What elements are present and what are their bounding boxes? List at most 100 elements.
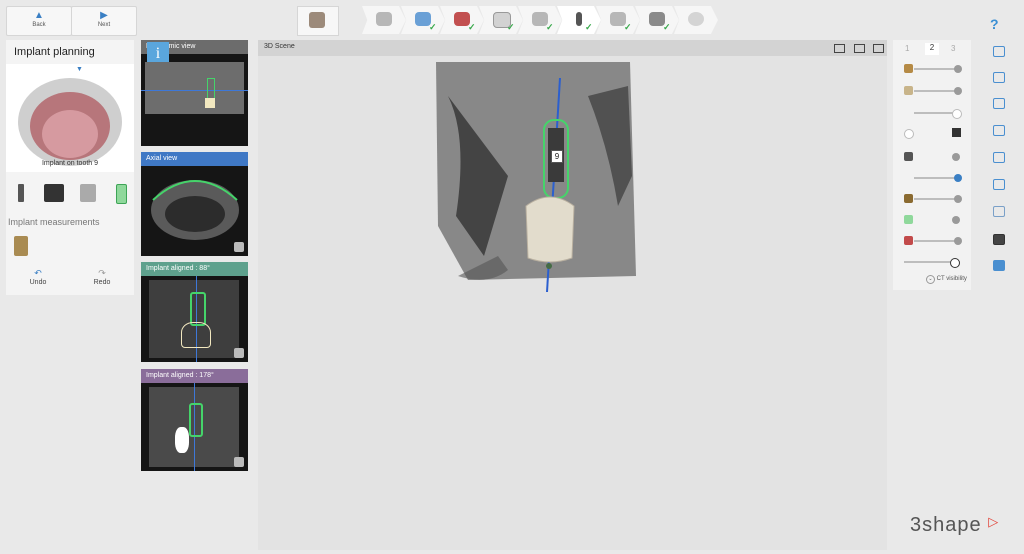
check-icon: ✓	[468, 22, 476, 32]
workflow-step-scan[interactable]	[362, 6, 406, 34]
axial-view-title: Axial view	[141, 152, 248, 166]
scene-panel[interactable]: 3D Scene 9	[258, 40, 887, 550]
redo-icon: ↷	[98, 268, 106, 278]
crown-marker	[205, 98, 215, 108]
aligned-view-1-title: Implant aligned : 88°	[141, 262, 248, 276]
copy-view-icon[interactable]	[993, 46, 1005, 57]
workflow-step-implant[interactable]: ✓	[557, 6, 601, 34]
page-next[interactable]: 3	[951, 44, 955, 53]
implant-body-visibility-slider[interactable]	[904, 194, 962, 204]
orientation-icon	[234, 457, 244, 467]
axial-scan-image	[151, 180, 239, 240]
implant-outline	[189, 403, 203, 437]
workflow-step-segment[interactable]: ✓	[401, 6, 445, 34]
implant-icon[interactable]	[18, 184, 24, 202]
orientation-icon	[234, 242, 244, 252]
layout-grid-icon[interactable]	[854, 44, 865, 53]
back-button[interactable]: ▲ Back	[6, 6, 72, 36]
measure-tool-icon[interactable]	[14, 236, 28, 256]
undo-icon: ↶	[34, 268, 42, 278]
neighbor-tooth	[175, 427, 189, 453]
scene-render	[436, 62, 636, 293]
export-icon	[688, 12, 704, 26]
check-icon: ✓	[507, 22, 515, 32]
tooth-icon	[904, 86, 913, 95]
check-icon: ✓	[429, 22, 437, 32]
logo-triangle-icon: ▷	[988, 514, 1000, 529]
redo-button[interactable]: ↷ Redo	[70, 268, 134, 295]
person-measure-icon[interactable]	[993, 206, 1005, 217]
arch-preview[interactable]: ▼ Implant on tooth 9	[6, 64, 134, 172]
abutment-icon	[904, 152, 913, 161]
sleeve-icon	[952, 128, 961, 137]
compare-view-icon[interactable]	[993, 72, 1005, 83]
ct-visibility-toggle[interactable]: ⌄ CT visibility	[926, 275, 972, 285]
next-button[interactable]: ▶ Next	[71, 6, 137, 36]
workflow-step-guide[interactable]: ✓	[596, 6, 640, 34]
check-icon: ✓	[624, 22, 632, 32]
panel-title: Implant planning	[14, 46, 95, 58]
gingiva-visibility-slider[interactable]	[904, 108, 962, 119]
workflow-step-sleeve[interactable]: ✓	[635, 6, 679, 34]
tooth-number-label: 9	[551, 150, 563, 163]
page-prev[interactable]: 1	[905, 44, 909, 53]
implant-visibility-slider[interactable]	[904, 215, 960, 225]
axial-view[interactable]: Axial view	[141, 152, 248, 256]
undo-button[interactable]: ↶ Undo	[6, 268, 70, 295]
arrow-up-icon: ▲	[34, 10, 44, 21]
duplicate-view-icon[interactable]	[993, 98, 1005, 109]
dental-arch-image	[18, 78, 122, 166]
implant-planning-panel: Implant planning ▼ Implant on tooth 9 Im…	[6, 40, 134, 295]
implant-body-icon	[904, 194, 913, 203]
implant-green-icon	[904, 215, 913, 224]
panoramic-view[interactable]: Panoramic view i	[141, 40, 248, 146]
workflow-step-teeth[interactable]: ✓	[440, 6, 484, 34]
brand-logo: 3shape ▷	[910, 514, 1000, 536]
implant-outline	[190, 292, 206, 326]
implant-type-row	[6, 180, 134, 210]
scan-import-icon	[376, 12, 392, 26]
aligned-view-2[interactable]: Implant aligned : 178°	[141, 369, 248, 471]
merge-view-icon[interactable]	[993, 179, 1005, 190]
camera-icon[interactable]	[993, 234, 1005, 245]
aligned-view-1[interactable]: Implant aligned : 88°	[141, 262, 248, 362]
patient-icon	[309, 12, 325, 28]
measurements-label[interactable]: Implant measurements	[8, 217, 100, 227]
crown-icon	[904, 64, 913, 73]
aligned-view-2-title: Implant aligned : 178°	[141, 369, 248, 383]
selected-tooth-marker-icon: ▼	[76, 66, 83, 73]
crown-visibility-slider[interactable]	[904, 64, 962, 74]
tool-panel: 1 2 3	[893, 40, 971, 290]
patient-step[interactable]	[297, 6, 339, 36]
abutment-icon[interactable]	[44, 184, 64, 202]
panoramic-axis-line	[141, 90, 248, 91]
layer-view-icon[interactable]	[993, 125, 1005, 136]
nerve-icon	[904, 236, 913, 245]
multi-implant-icon[interactable]	[80, 184, 96, 202]
workflow-step-export[interactable]	[674, 6, 718, 34]
window-restore-icon[interactable]	[873, 44, 884, 53]
implant-icon	[576, 12, 582, 26]
workflow-step-nerve[interactable]: ✓	[518, 6, 562, 34]
screenshot-icon[interactable]	[834, 44, 845, 53]
help-icon[interactable]: ?	[990, 16, 1004, 32]
workflow-step-tooth[interactable]: ✓	[479, 6, 523, 34]
stack-view-icon[interactable]	[993, 152, 1005, 163]
comment-icon[interactable]	[993, 260, 1005, 271]
sleeve-visibility-toggle[interactable]	[904, 128, 961, 139]
implant-green-icon[interactable]	[116, 184, 127, 204]
check-icon: ✓	[585, 22, 593, 32]
page-current[interactable]: 2	[925, 43, 939, 55]
nerve-visibility-slider[interactable]	[904, 236, 962, 246]
ct-visibility-slider[interactable]	[904, 257, 960, 268]
scene-title: 3D Scene	[264, 43, 295, 50]
abutment-visibility-slider[interactable]	[904, 152, 960, 162]
check-icon: ✓	[663, 22, 671, 32]
scan-body-visibility-slider[interactable]	[904, 173, 962, 183]
panoramic-scan-image	[145, 62, 244, 114]
implant-caption: Implant on tooth 9	[41, 160, 99, 167]
scene-title-bar: 3D Scene	[258, 40, 887, 56]
chevron-down-icon: ⌄	[926, 275, 935, 284]
check-icon: ✓	[546, 22, 554, 32]
tooth-visibility-slider[interactable]	[904, 86, 962, 96]
